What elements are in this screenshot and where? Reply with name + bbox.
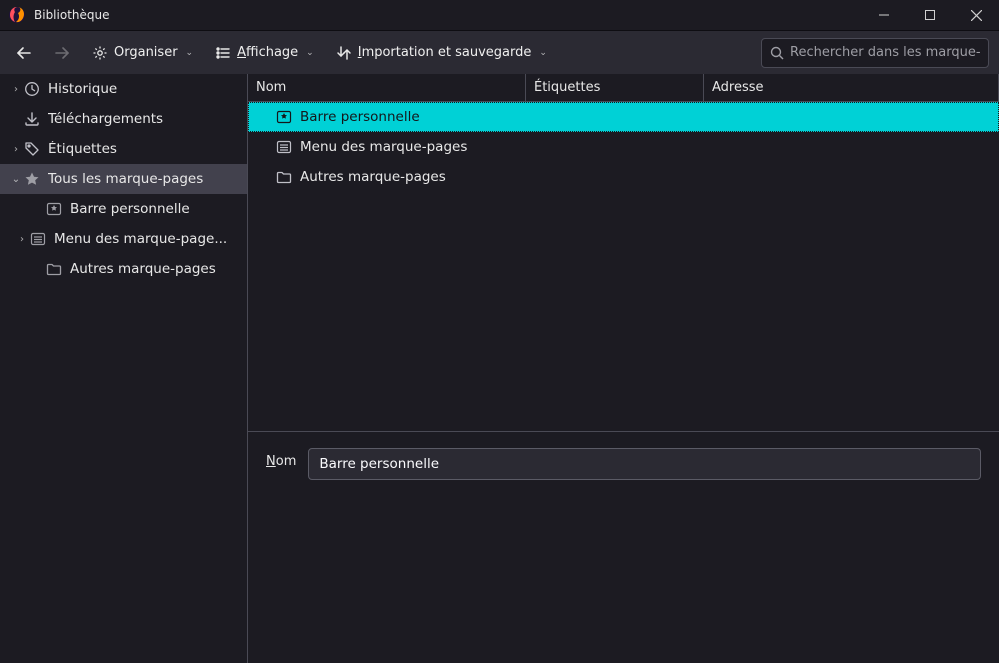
chevron-down-icon: ⌄ xyxy=(306,48,314,58)
main-split: › Historique Téléchargements › Étiquette… xyxy=(0,74,999,663)
column-name[interactable]: Nom xyxy=(248,74,526,101)
folder-icon xyxy=(46,261,62,277)
detail-pane: Nom xyxy=(248,431,999,663)
organize-label: Organiser xyxy=(114,45,178,60)
maximize-button[interactable] xyxy=(907,0,953,30)
content-panel: Nom Étiquettes Adresse Barre personnelle… xyxy=(248,74,999,663)
name-input[interactable] xyxy=(308,448,981,480)
tree-other-bookmarks[interactable]: Autres marque-pages xyxy=(0,254,247,284)
chevron-down-icon[interactable]: ⌄ xyxy=(8,174,24,185)
tree-downloads[interactable]: Téléchargements xyxy=(0,104,247,134)
chevron-down-icon: ⌄ xyxy=(539,48,547,58)
chevron-right-icon[interactable]: › xyxy=(8,144,24,155)
column-address[interactable]: Adresse xyxy=(704,74,999,101)
tree-tags[interactable]: › Étiquettes xyxy=(0,134,247,164)
import-export-icon xyxy=(336,45,352,61)
folder-icon xyxy=(276,169,292,185)
chevron-down-icon: ⌄ xyxy=(186,48,194,58)
toolbar: Organiser ⌄ Affichage ⌄ Importation et s… xyxy=(0,30,999,74)
titlebar: Bibliothèque xyxy=(0,0,999,30)
tree-history[interactable]: › Historique xyxy=(0,74,247,104)
gear-icon xyxy=(92,45,108,61)
organize-menu[interactable]: Organiser ⌄ xyxy=(86,41,199,65)
list-item-other-bookmarks[interactable]: Autres marque-pages xyxy=(248,162,999,192)
clock-icon xyxy=(24,81,40,97)
download-icon xyxy=(24,111,40,127)
list-item-toolbar-bookmarks[interactable]: Barre personnelle xyxy=(248,102,999,132)
tag-icon xyxy=(24,141,40,157)
menu-icon xyxy=(30,231,46,247)
list-item-menu-bookmarks[interactable]: Menu des marque-pages xyxy=(248,132,999,162)
chevron-right-icon[interactable]: › xyxy=(8,84,24,95)
window-controls xyxy=(861,0,999,30)
bookmark-toolbar-icon xyxy=(46,201,62,217)
firefox-icon xyxy=(8,6,26,24)
search-icon xyxy=(770,46,784,60)
menu-icon xyxy=(276,139,292,155)
column-tags[interactable]: Étiquettes xyxy=(526,74,704,101)
forward-button[interactable] xyxy=(48,39,76,67)
list-icon xyxy=(215,45,231,61)
sidebar-tree[interactable]: › Historique Téléchargements › Étiquette… xyxy=(0,74,248,663)
views-menu[interactable]: Affichage ⌄ xyxy=(209,41,320,65)
column-headers: Nom Étiquettes Adresse xyxy=(248,74,999,102)
star-icon xyxy=(24,171,40,187)
search-box[interactable] xyxy=(761,38,989,68)
name-field-label: Nom xyxy=(266,448,296,469)
tree-toolbar-bookmarks[interactable]: Barre personnelle xyxy=(0,194,247,224)
close-button[interactable] xyxy=(953,0,999,30)
import-export-menu[interactable]: Importation et sauvegarde ⌄ xyxy=(330,41,553,65)
back-button[interactable] xyxy=(10,39,38,67)
window-title: Bibliothèque xyxy=(34,8,861,22)
chevron-right-icon[interactable]: › xyxy=(14,234,30,245)
views-label: Affichage xyxy=(237,45,298,60)
import-label: Importation et sauvegarde xyxy=(358,45,532,60)
bookmark-toolbar-icon xyxy=(276,109,292,125)
tree-menu-bookmarks[interactable]: › Menu des marque-page... xyxy=(0,224,247,254)
search-input[interactable] xyxy=(790,45,980,60)
minimize-button[interactable] xyxy=(861,0,907,30)
tree-all-bookmarks[interactable]: ⌄ Tous les marque-pages xyxy=(0,164,247,194)
bookmark-list[interactable]: Barre personnelle Menu des marque-pages … xyxy=(248,102,999,431)
